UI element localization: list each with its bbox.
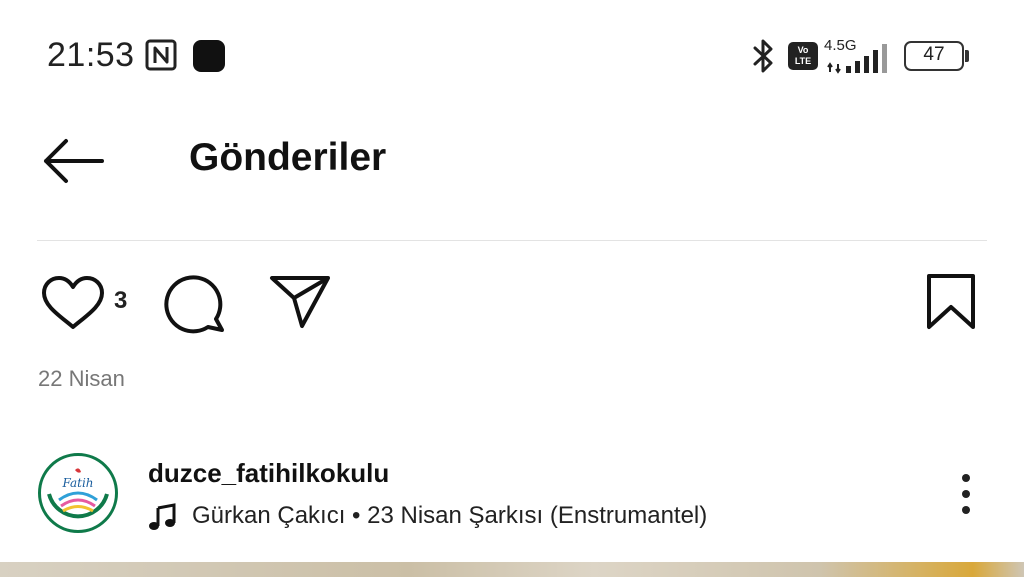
status-time: 21:53 [47, 36, 135, 74]
music-note-icon [149, 503, 176, 530]
comment-button[interactable] [160, 272, 228, 334]
back-button[interactable] [40, 133, 106, 189]
share-button[interactable] [268, 272, 332, 330]
post-image[interactable] [0, 562, 1024, 577]
battery-level: 47 [923, 44, 945, 65]
send-icon [270, 276, 330, 328]
comment-icon [164, 275, 224, 334]
username[interactable]: duzce_fatihilkokulu [148, 458, 389, 489]
heart-icon [42, 276, 104, 329]
more-options-button[interactable] [948, 470, 984, 518]
avatar[interactable]: Fatih [38, 453, 118, 533]
app-notification-icon [193, 40, 225, 72]
save-button[interactable] [922, 272, 980, 332]
header-divider [37, 240, 987, 241]
battery-icon: 47 [904, 41, 964, 71]
like-count[interactable]: 3 [114, 287, 127, 315]
posts-screen: 21:53 Vo LTE 4.5G 47 Gönderiler 3 22 Nis… [0, 0, 1024, 577]
svg-text:Fatih: Fatih [61, 476, 93, 490]
bluetooth-icon [753, 39, 773, 73]
signal-icon [827, 44, 887, 74]
music-text: Gürkan Çakıcı • 23 Nisan Şarkısı (Enstru… [192, 502, 708, 529]
like-button[interactable] [40, 274, 106, 332]
battery-cap [965, 50, 969, 62]
post-date: 22 Nisan [38, 366, 125, 391]
school-logo-icon: Fatih [42, 457, 114, 529]
page-title: Gönderiler [189, 136, 387, 179]
volte-icon: Vo LTE [788, 42, 818, 70]
status-bar: 21:53 Vo LTE 4.5G 47 [0, 0, 1024, 110]
bookmark-icon [927, 274, 975, 329]
arrow-left-icon [44, 139, 104, 183]
nfc-icon [145, 39, 177, 71]
